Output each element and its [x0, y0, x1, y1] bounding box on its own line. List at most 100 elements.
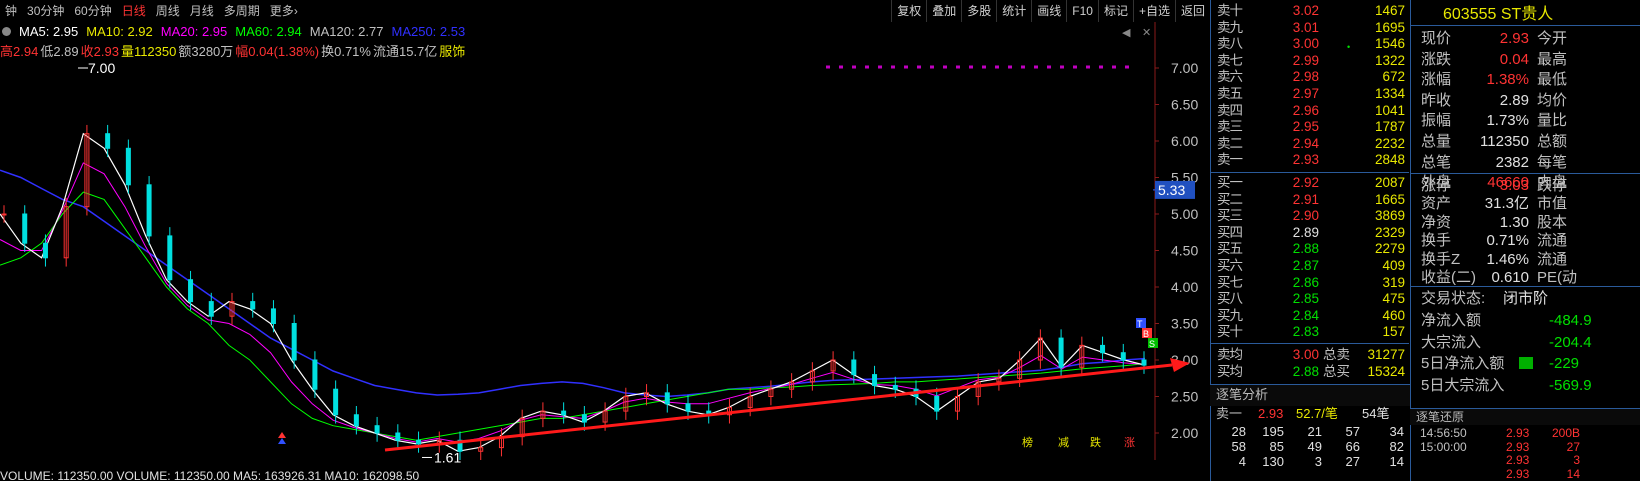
- sell-row[interactable]: 卖九 3.01 1695: [1211, 20, 1409, 37]
- multi-stock-button[interactable]: 多股: [961, 0, 996, 22]
- price-chart[interactable]: 7.006.506.005.505.004.504.003.503.002.50…: [0, 0, 1210, 481]
- sell-price: 2.98: [1292, 69, 1319, 85]
- book-divider: [1211, 172, 1409, 173]
- sell-volume: 1546: [1374, 36, 1405, 52]
- f10-button[interactable]: F10: [1066, 0, 1098, 22]
- candle-body: [291, 323, 297, 361]
- y-tick-label: 4.50: [1171, 243, 1198, 259]
- tick-cell: 14: [1389, 454, 1404, 469]
- buy-volume: 460: [1382, 307, 1405, 323]
- sell-row[interactable]: 卖八 3.00 1546: [1211, 36, 1409, 53]
- period-more[interactable]: 更多›: [265, 0, 303, 22]
- buy-row[interactable]: 买七 2.86 319: [1211, 275, 1409, 292]
- sell-row[interactable]: 卖二 2.94 2232: [1211, 136, 1409, 153]
- deal-row: 15:00:00 2.93 27: [1410, 440, 1640, 454]
- sell-row[interactable]: 卖一 2.93 2848: [1211, 152, 1409, 169]
- info-value: 2.89: [1499, 91, 1529, 109]
- event-marker[interactable]: 榜: [1022, 435, 1033, 449]
- sell-row[interactable]: 卖五 2.97 1334: [1211, 86, 1409, 103]
- indicator-toggle-icon[interactable]: [2, 26, 11, 36]
- buy-row[interactable]: 买一 2.92 2087: [1211, 175, 1409, 192]
- period-monthly[interactable]: 月线: [185, 0, 219, 22]
- bar-float-cap: 流通15.7亿: [372, 43, 438, 59]
- info-value: 2.93: [1499, 30, 1529, 47]
- marker-arrow-icon: [278, 438, 286, 444]
- sell-volume: 1334: [1374, 86, 1405, 101]
- sell-row[interactable]: 卖六 2.98 672: [1211, 69, 1409, 86]
- candle-body: [934, 396, 940, 412]
- statistics-button[interactable]: 统计: [996, 0, 1031, 22]
- period-30min[interactable]: 30分钟: [22, 0, 69, 22]
- period-weekly[interactable]: 周线: [151, 0, 185, 22]
- bar-low: 低2.89: [40, 43, 79, 59]
- bar-amount: 额3280万: [178, 43, 234, 59]
- info-label: 总笔: [1421, 153, 1452, 171]
- sell-volume: 672: [1382, 69, 1405, 85]
- buy-label: 买七: [1217, 274, 1243, 290]
- info-value: 0.04: [1499, 50, 1529, 68]
- trade-status-row: 交易状态: 闭市阶: [1411, 288, 1640, 310]
- sector-link[interactable]: 服饰: [439, 41, 465, 60]
- buy-label: 买六: [1217, 258, 1243, 273]
- sell-row[interactable]: 卖三 2.95 1787: [1211, 119, 1409, 136]
- period-minute[interactable]: 钟: [0, 0, 22, 22]
- event-marker[interactable]: 减: [1058, 436, 1069, 449]
- close-icon[interactable]: ✕: [1142, 26, 1151, 39]
- deal-volume: 200B: [1551, 426, 1580, 440]
- flow-value: -484.9: [1549, 312, 1592, 329]
- y-tick-label: 2.50: [1171, 389, 1198, 405]
- buy-row[interactable]: 买六 2.87 409: [1211, 258, 1409, 275]
- deal-restore-header[interactable]: 逐笔还原: [1410, 408, 1640, 425]
- period-multi[interactable]: 多周期: [219, 0, 265, 22]
- tick-cell: 130: [1262, 454, 1284, 469]
- sell-row[interactable]: 卖四 2.96 1041: [1211, 103, 1409, 120]
- buy-marker-icon: •: [1347, 42, 1351, 52]
- buy-row[interactable]: 买三 2.90 3869: [1211, 208, 1409, 225]
- buy-row[interactable]: 买八 2.85 475: [1211, 291, 1409, 308]
- info-divider: [1411, 173, 1640, 174]
- info-divider: [1411, 286, 1640, 287]
- tick-analysis-header[interactable]: 逐笔分析: [1210, 384, 1410, 406]
- event-marker[interactable]: 涨: [1124, 436, 1135, 449]
- buy-row[interactable]: 买二 2.91 1665: [1211, 192, 1409, 209]
- info-row: 现价 2.93 今开: [1411, 28, 1640, 50]
- candle-body: [353, 414, 359, 427]
- info-row: 涨幅 1.38% 最低: [1411, 69, 1640, 91]
- overlay-button[interactable]: 叠加: [926, 0, 961, 22]
- kline-chart-area[interactable]: 7.00 6.50 6.00 5.50 5.00 4.50 4.00 3.50 3.00 2.50…: [0, 0, 1210, 481]
- period-daily[interactable]: 日线: [117, 0, 151, 22]
- candlesticks: [1, 124, 1147, 461]
- tick-cell: 4: [1238, 454, 1246, 469]
- draw-line-button[interactable]: 画线: [1031, 0, 1066, 22]
- buy-label: 买四: [1217, 224, 1243, 240]
- buy-row[interactable]: 买九 2.84 460: [1211, 308, 1409, 325]
- info-label: 振幅: [1421, 112, 1452, 130]
- period-60min[interactable]: 60分钟: [69, 0, 116, 22]
- add-favorite-button[interactable]: +自选: [1132, 0, 1175, 22]
- tick-cell: 34: [1389, 424, 1404, 439]
- chevron-right-icon: ›: [293, 4, 298, 18]
- signal-label: B: [1143, 329, 1149, 339]
- total-volume: 31277: [1367, 347, 1405, 362]
- collapse-icon[interactable]: ◀: [1122, 26, 1130, 39]
- stock-title[interactable]: 603555 ST贵人: [1411, 4, 1640, 26]
- candle-body: [167, 235, 173, 281]
- deal-restore-title: 逐笔还原: [1416, 410, 1465, 424]
- trend-line[interactable]: [384, 363, 1173, 452]
- sell-volume: 2848: [1374, 152, 1405, 168]
- buy-row[interactable]: 买五 2.88 2279: [1211, 241, 1409, 258]
- info-label: 涨幅: [1421, 71, 1452, 89]
- sell-row[interactable]: 卖七 2.99 1322: [1211, 53, 1409, 70]
- buy-row[interactable]: 买十 2.83 157: [1211, 324, 1409, 341]
- info-row: 昨收 2.89 均价: [1411, 90, 1640, 112]
- back-button[interactable]: 返回: [1174, 0, 1210, 22]
- candle-body: [851, 359, 857, 376]
- sell-row[interactable]: 卖十 3.02 1467: [1211, 3, 1409, 20]
- deal-price: 2.93: [1506, 439, 1530, 454]
- adjust-button[interactable]: 复权: [891, 0, 926, 22]
- tick-row: 28 195 21 57 34: [1210, 424, 1410, 440]
- event-marker[interactable]: 跌: [1090, 435, 1101, 449]
- mark-button[interactable]: 标记: [1097, 0, 1133, 22]
- buy-row[interactable]: 买四 2.89 2329: [1211, 225, 1409, 242]
- tick-row: 58 85 49 66 82: [1210, 439, 1410, 455]
